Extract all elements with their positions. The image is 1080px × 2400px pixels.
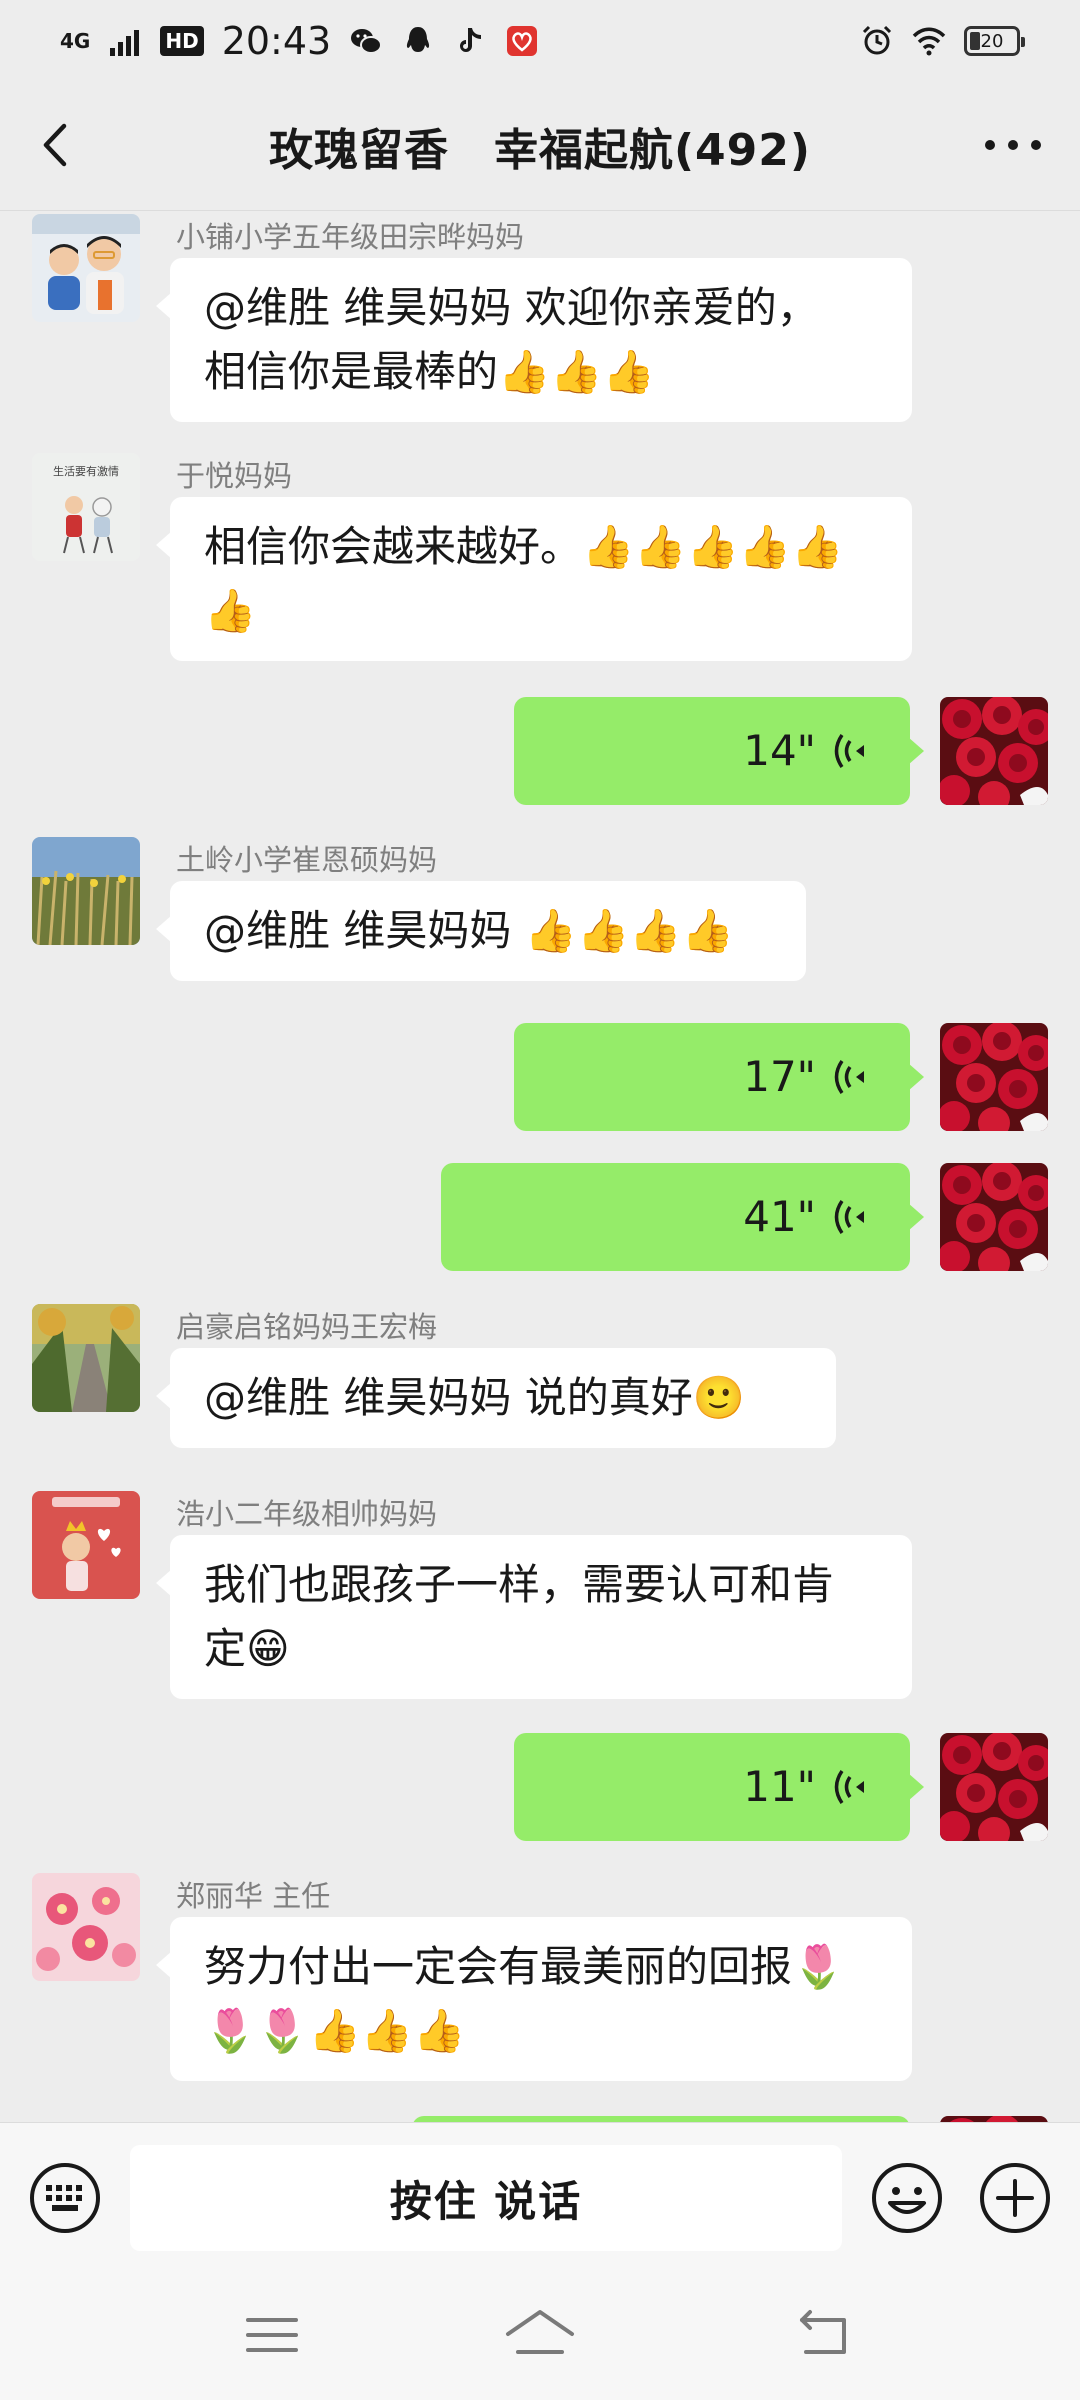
text-bubble[interactable]: 努力付出一定会有最美丽的回报🌷 🌷🌷👍👍👍 bbox=[156, 1917, 912, 2081]
battery-level: 20 bbox=[980, 30, 1004, 52]
tiktok-icon bbox=[460, 28, 482, 52]
signal-icon bbox=[110, 30, 140, 56]
avatar[interactable] bbox=[32, 1304, 140, 1412]
app-icon bbox=[507, 26, 538, 56]
menu-icon[interactable] bbox=[244, 2310, 300, 2360]
home-icon[interactable] bbox=[504, 2306, 576, 2364]
message-line: 相信你是最棒的👍👍👍 bbox=[204, 347, 655, 396]
voice-duration: 17" bbox=[743, 1052, 816, 1101]
sender-name: 小铺小学五年级田宗晔妈妈 bbox=[176, 220, 525, 254]
sender-name: 土岭小学崔恩硕妈妈 bbox=[176, 843, 438, 877]
text-bubble[interactable]: 我们也跟孩子一样，需要认可和肯 定😁 bbox=[156, 1535, 912, 1699]
text-bubble[interactable]: @维胜 维昊妈妈 说的真好🙂 bbox=[156, 1348, 836, 1448]
avatar[interactable] bbox=[32, 837, 140, 945]
avatar[interactable]: 生活要有激情 bbox=[32, 453, 140, 561]
hd-badge: HD bbox=[160, 26, 204, 56]
chat-title: 玫瑰留香 幸福起航(492) bbox=[268, 125, 812, 176]
chat-message-list[interactable]: 小铺小学五年级田宗晔妈妈 @维胜 维昊妈妈 欢迎你亲爱的， 相信你是最棒的👍👍👍… bbox=[0, 210, 1080, 2122]
more-dots-icon[interactable] bbox=[978, 120, 1048, 170]
battery-icon: 20 bbox=[964, 26, 1025, 56]
sender-name: 启豪启铭妈妈王宏梅 bbox=[176, 1310, 438, 1344]
sender-name: 于悦妈妈 bbox=[176, 459, 293, 493]
status-left: 4G HD 20:43 bbox=[60, 19, 539, 63]
status-right: 20 bbox=[860, 24, 1025, 58]
text-bubble[interactable]: 相信你会越来越好。👍👍👍👍👍 👍 bbox=[156, 497, 912, 661]
my-avatar[interactable] bbox=[940, 1733, 1048, 1841]
chevron-left-icon[interactable] bbox=[32, 120, 82, 170]
message-line: @维胜 维昊妈妈 说的真好🙂 bbox=[204, 1373, 745, 1422]
smiley-icon[interactable] bbox=[870, 2161, 944, 2235]
avatar[interactable] bbox=[32, 214, 140, 322]
text-bubble[interactable]: @维胜 维昊妈妈 👍👍👍👍 bbox=[156, 881, 806, 981]
hold-to-talk-button[interactable]: 按住 说话 bbox=[130, 2145, 842, 2251]
message-line: 🌷🌷👍👍👍 bbox=[204, 2006, 466, 2055]
my-avatar[interactable] bbox=[940, 1163, 1048, 1271]
back-icon[interactable] bbox=[796, 2308, 852, 2360]
status-time: 20:43 bbox=[221, 19, 332, 63]
voice-wave-icon bbox=[834, 1060, 864, 1094]
message-line: 👍 bbox=[204, 586, 257, 635]
my-avatar[interactable] bbox=[940, 1023, 1048, 1131]
voice-duration: 11" bbox=[743, 1762, 816, 1811]
alarm-icon bbox=[862, 25, 892, 55]
avatar[interactable] bbox=[32, 1491, 140, 1599]
voice-bubble[interactable]: 11" bbox=[514, 1733, 924, 1841]
plus-circle-icon[interactable] bbox=[978, 2161, 1052, 2235]
keyboard-icon[interactable] bbox=[28, 2161, 102, 2235]
voice-duration: 41" bbox=[743, 1192, 816, 1241]
message-line: @维胜 维昊妈妈 👍👍👍👍 bbox=[204, 906, 734, 955]
status-bar: 4G HD 20:43 20 bbox=[0, 0, 1080, 82]
message-line: 定😁 bbox=[204, 1624, 290, 1673]
voice-wave-icon bbox=[834, 734, 864, 768]
network-indicator: 4G bbox=[60, 29, 91, 53]
wechat-icon bbox=[351, 29, 383, 54]
message-line: 努力付出一定会有最美丽的回报🌷 bbox=[204, 1942, 845, 1991]
voice-bubble[interactable]: 17" bbox=[514, 1023, 924, 1131]
qq-icon bbox=[407, 27, 430, 52]
input-bar: 按住 说话 bbox=[0, 2122, 1080, 2281]
voice-duration: 14" bbox=[743, 726, 816, 775]
text-bubble[interactable]: @维胜 维昊妈妈 欢迎你亲爱的， 相信你是最棒的👍👍👍 bbox=[156, 258, 912, 422]
voice-bubble[interactable]: 14" bbox=[514, 697, 924, 805]
system-nav-bar bbox=[0, 2280, 1080, 2400]
svg-text:生活要有激情: 生活要有激情 bbox=[53, 464, 119, 478]
voice-wave-icon bbox=[834, 1200, 864, 1234]
avatar[interactable] bbox=[32, 1873, 140, 1981]
message-line: @维胜 维昊妈妈 欢迎你亲爱的， bbox=[204, 283, 819, 332]
sender-name: 浩小二年级相帅妈妈 bbox=[176, 1497, 438, 1531]
chat-header: 玫瑰留香 幸福起航(492) bbox=[0, 82, 1080, 211]
message-line: 我们也跟孩子一样，需要认可和肯 bbox=[204, 1560, 835, 1609]
voice-wave-icon bbox=[834, 1770, 864, 1804]
wifi-icon bbox=[912, 27, 946, 56]
sender-name: 郑丽华 主任 bbox=[176, 1879, 331, 1913]
my-avatar[interactable] bbox=[940, 697, 1048, 805]
message-line: 相信你会越来越好。👍👍👍👍👍 bbox=[204, 522, 844, 571]
voice-bubble[interactable]: 41" bbox=[441, 1163, 924, 1271]
